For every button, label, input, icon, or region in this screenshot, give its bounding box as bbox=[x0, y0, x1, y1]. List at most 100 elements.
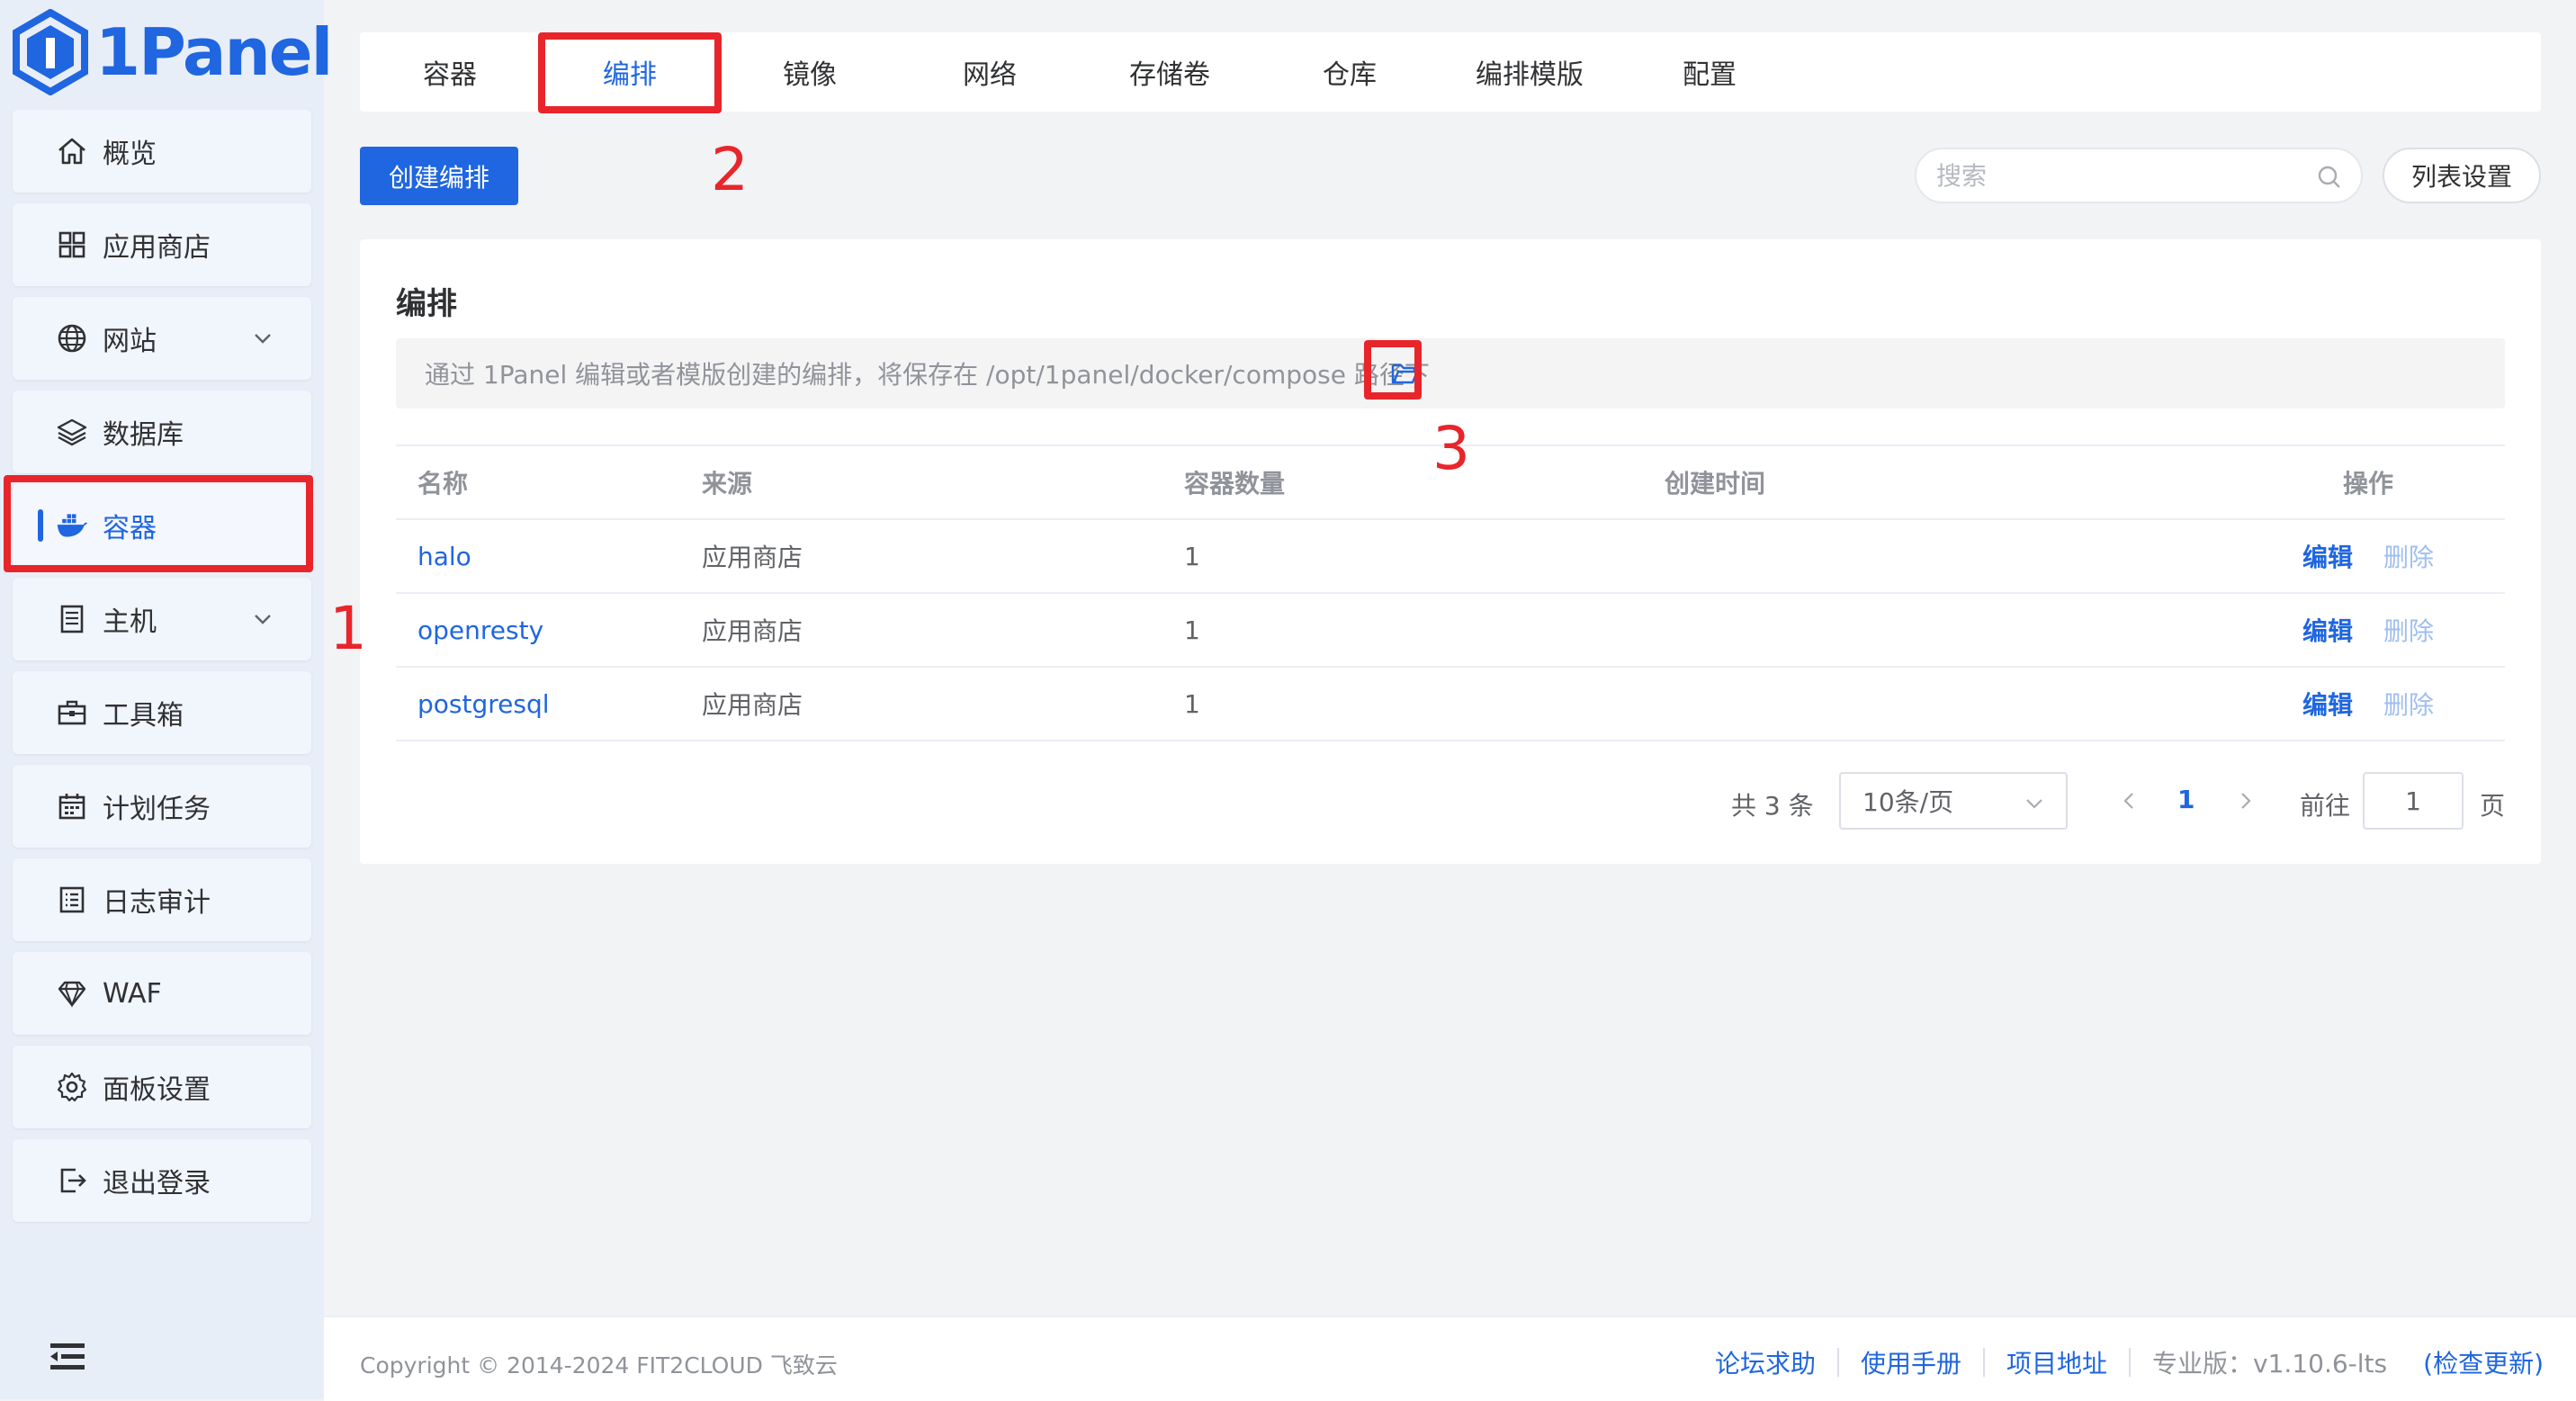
copyright-text: Copyright © 2014-2024 FIT2CLOUD 飞致云 bbox=[360, 1352, 838, 1379]
table-row: postgresql 应用商店 1 编辑 删除 bbox=[396, 667, 2505, 741]
menu-collapse-icon[interactable] bbox=[49, 1341, 88, 1373]
layers-icon bbox=[54, 414, 90, 450]
list-settings-button[interactable]: 列表设置 bbox=[2383, 148, 2541, 203]
sidebar-item-waf[interactable]: WAF bbox=[13, 952, 311, 1035]
logo[interactable]: 1Panel bbox=[13, 7, 333, 97]
home-icon bbox=[54, 133, 90, 169]
search-icon[interactable] bbox=[2316, 164, 2343, 191]
log-icon bbox=[54, 882, 90, 918]
delete-button[interactable]: 删除 bbox=[2383, 616, 2434, 646]
tab-network[interactable]: 网络 bbox=[900, 52, 1080, 92]
annotation-number-2: 2 bbox=[711, 135, 749, 204]
forum-link[interactable]: 论坛求助 bbox=[1715, 1344, 1816, 1380]
pagination-current-page[interactable]: 1 bbox=[2177, 785, 2195, 814]
col-actions: 操作 bbox=[2231, 445, 2505, 520]
tab-image[interactable]: 镜像 bbox=[720, 52, 900, 92]
delete-button[interactable]: 删除 bbox=[2383, 690, 2434, 720]
notice-text: 通过 1Panel 编辑或者模版创建的编排，将保存在 /opt/1panel/d… bbox=[425, 360, 1430, 390]
sidebar-item-label: 网站 bbox=[103, 326, 157, 357]
tab-compose-template[interactable]: 编排模版 bbox=[1440, 52, 1620, 92]
grid-icon bbox=[54, 227, 90, 263]
pagination: 共 3 条 10条/页 1 前往 页 bbox=[360, 772, 2541, 831]
sidebar-item-log-audit[interactable]: 日志审计 bbox=[13, 858, 311, 941]
compose-table: 名称 来源 容器数量 创建时间 操作 halo 应用商店 1 编辑 删除 open… bbox=[396, 445, 2505, 741]
sidebar-item-label: 面板设置 bbox=[103, 1074, 211, 1106]
sidebar-item-app-store[interactable]: 应用商店 bbox=[13, 203, 311, 286]
toolbox-icon bbox=[54, 695, 90, 731]
edit-button[interactable]: 编辑 bbox=[2302, 616, 2353, 646]
col-source[interactable]: 来源 bbox=[702, 445, 1184, 520]
logo-text: 1Panel bbox=[95, 14, 333, 90]
compose-name-link[interactable]: openresty bbox=[417, 615, 543, 645]
table-row: halo 应用商店 1 编辑 删除 bbox=[396, 519, 2505, 594]
chevron-down-icon bbox=[255, 334, 271, 344]
sidebar-item-label: 工具箱 bbox=[103, 700, 184, 732]
sidebar-item-website[interactable]: 网站 bbox=[13, 297, 311, 380]
sidebar-item-label: 主机 bbox=[103, 606, 157, 638]
compose-source: 应用商店 bbox=[702, 519, 1184, 594]
compose-container-count: 1 bbox=[1184, 667, 1665, 741]
logo-hexagon-icon bbox=[13, 9, 88, 95]
server-icon bbox=[54, 601, 90, 637]
gear-icon bbox=[54, 1069, 90, 1105]
footer: Copyright © 2014-2024 FIT2CLOUD 飞致云 论坛求助… bbox=[324, 1316, 2576, 1401]
compose-created-time bbox=[1665, 593, 2231, 668]
edit-button[interactable]: 编辑 bbox=[2302, 690, 2353, 720]
manual-link[interactable]: 使用手册 bbox=[1861, 1344, 1961, 1380]
sidebar-item-logout[interactable]: 退出登录 bbox=[13, 1139, 311, 1222]
sidebar-item-label: 数据库 bbox=[103, 419, 184, 451]
page-size-select[interactable]: 10条/页 bbox=[1839, 772, 2068, 830]
sidebar-item-host[interactable]: 主机 bbox=[13, 578, 311, 660]
compose-name-link[interactable]: postgresql bbox=[417, 689, 550, 719]
diamond-icon bbox=[54, 975, 90, 1011]
sidebar-item-label: 退出登录 bbox=[103, 1168, 211, 1199]
compose-source: 应用商店 bbox=[702, 667, 1184, 741]
sidebar-item-panel-settings[interactable]: 面板设置 bbox=[13, 1046, 311, 1128]
calendar-icon bbox=[54, 788, 90, 824]
annotation-box-2 bbox=[538, 32, 722, 113]
compose-container-count: 1 bbox=[1184, 519, 1665, 594]
check-update-link[interactable]: (检查更新) bbox=[2423, 1344, 2544, 1380]
col-name[interactable]: 名称 bbox=[396, 445, 702, 520]
compose-source: 应用商店 bbox=[702, 593, 1184, 668]
logout-icon bbox=[54, 1163, 90, 1199]
pagination-goto-input[interactable] bbox=[2363, 772, 2464, 830]
annotation-number-1: 1 bbox=[329, 594, 367, 663]
table-row: openresty 应用商店 1 编辑 删除 bbox=[396, 593, 2505, 668]
edit-button[interactable]: 编辑 bbox=[2302, 543, 2353, 572]
card-title: 编排 bbox=[396, 286, 457, 322]
compose-name-link[interactable]: halo bbox=[417, 542, 471, 571]
chevron-left-icon[interactable] bbox=[2116, 786, 2141, 815]
col-container-count[interactable]: 容器数量 bbox=[1184, 445, 1665, 520]
create-compose-button[interactable]: 创建编排 bbox=[360, 147, 518, 205]
sidebar-item-database[interactable]: 数据库 bbox=[13, 391, 311, 473]
globe-icon bbox=[54, 320, 90, 356]
sidebar-item-cron[interactable]: 计划任务 bbox=[13, 765, 311, 848]
sidebar-item-label: 计划任务 bbox=[103, 794, 211, 825]
tab-config[interactable]: 配置 bbox=[1620, 52, 1800, 92]
delete-button[interactable]: 删除 bbox=[2383, 543, 2434, 572]
pagination-total: 共 3 条 bbox=[1731, 791, 1814, 821]
chevron-down-icon bbox=[2026, 799, 2042, 809]
search-input[interactable] bbox=[1934, 159, 2298, 192]
sidebar-item-label: WAF bbox=[103, 977, 162, 1010]
col-created-time[interactable]: 创建时间 bbox=[1665, 445, 2231, 520]
chevron-right-icon[interactable] bbox=[2233, 786, 2258, 815]
divider bbox=[2129, 1348, 2132, 1377]
compose-card: 编排 通过 1Panel 编辑或者模版创建的编排，将保存在 /opt/1pane… bbox=[360, 239, 2541, 864]
page-size-value: 10条/页 bbox=[1862, 787, 1954, 817]
sidebar-item-label: 日志审计 bbox=[103, 887, 211, 919]
annotation-box-3 bbox=[1364, 340, 1422, 400]
annotation-box-1 bbox=[4, 475, 313, 572]
divider bbox=[1983, 1348, 1986, 1377]
path-notice: 通过 1Panel 编辑或者模版创建的编排，将保存在 /opt/1panel/d… bbox=[396, 338, 2505, 409]
tab-repository[interactable]: 仓库 bbox=[1260, 52, 1440, 92]
sidebar-item-label: 概览 bbox=[103, 139, 157, 170]
sidebar-item-toolbox[interactable]: 工具箱 bbox=[13, 671, 311, 754]
sidebar-item-overview[interactable]: 概览 bbox=[13, 110, 311, 193]
tab-container[interactable]: 容器 bbox=[360, 52, 540, 92]
project-link[interactable]: 项目地址 bbox=[2006, 1344, 2107, 1380]
version-text: 专业版：v1.10.6-lts bbox=[2152, 1349, 2388, 1379]
search-box bbox=[1915, 148, 2363, 203]
tab-volume[interactable]: 存储卷 bbox=[1080, 52, 1260, 92]
